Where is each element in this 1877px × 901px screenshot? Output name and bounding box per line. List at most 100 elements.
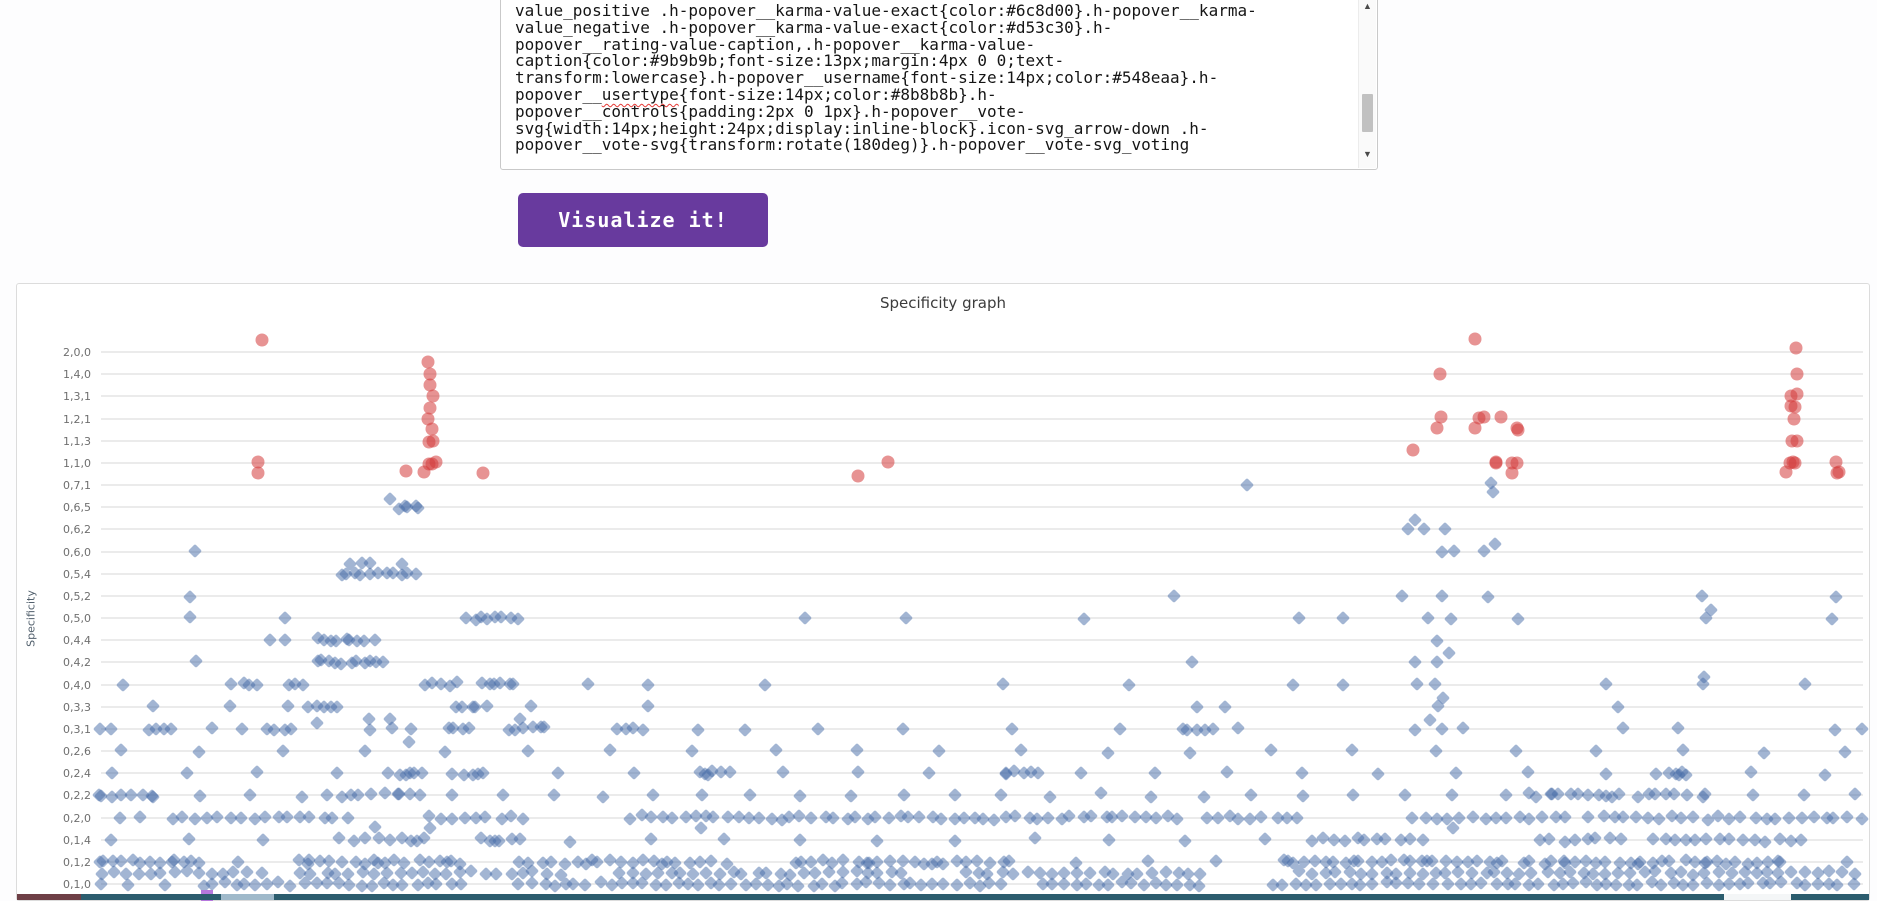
data-point <box>1824 611 1840 626</box>
data-point <box>1798 676 1813 692</box>
data-point <box>112 810 127 826</box>
data-point <box>1244 787 1259 802</box>
data-point <box>1449 766 1464 781</box>
data-point <box>1694 589 1710 604</box>
data-point <box>1100 745 1115 760</box>
data-point <box>1121 677 1136 692</box>
y-axis-label: 0,4,4 <box>63 634 91 648</box>
gridline <box>101 395 1863 398</box>
data-point <box>93 876 108 891</box>
data-point <box>1177 833 1193 848</box>
data-point <box>1828 722 1843 737</box>
data-point <box>1468 421 1482 435</box>
data-point <box>262 632 277 647</box>
data-point <box>1807 809 1822 824</box>
data-point <box>751 811 767 826</box>
data-point <box>476 466 490 480</box>
data-point <box>1079 877 1094 892</box>
y-axis-label: 0,2,6 <box>63 745 91 759</box>
data-point <box>1143 790 1158 805</box>
data-point <box>495 788 510 803</box>
data-point <box>694 821 709 836</box>
data-point <box>1295 766 1310 781</box>
data-point <box>1206 722 1221 737</box>
data-point <box>1679 787 1694 802</box>
css-input-text[interactable]: value_positive .h-popover__karma-value-e… <box>515 3 1260 157</box>
data-point <box>1182 745 1197 760</box>
data-point <box>146 699 161 714</box>
data-point <box>1166 589 1181 604</box>
y-axis-label: 0,6,0 <box>63 545 91 559</box>
data-point <box>1793 833 1808 848</box>
data-point <box>1344 743 1360 758</box>
data-point <box>255 333 269 347</box>
data-point <box>413 788 428 803</box>
data-point <box>193 788 208 803</box>
y-axis-label: 1,3,1 <box>63 390 91 404</box>
data-point <box>593 875 608 890</box>
y-axis-label: 0,2,2 <box>63 789 91 803</box>
data-point <box>437 744 452 759</box>
data-point <box>1217 700 1232 715</box>
data-point <box>578 877 593 893</box>
data-point <box>116 677 131 692</box>
data-point <box>603 742 618 757</box>
data-point <box>1408 655 1423 670</box>
data-point <box>1757 745 1772 761</box>
css-input-textarea[interactable]: value_positive .h-popover__karma-value-e… <box>500 0 1378 170</box>
data-point <box>850 742 865 757</box>
data-point <box>1435 588 1450 603</box>
data-point <box>1846 877 1861 892</box>
data-point <box>404 722 419 737</box>
scrollbar-thumb[interactable] <box>1362 94 1373 132</box>
data-point <box>1254 809 1269 824</box>
y-axis-label: 0,3,3 <box>63 700 91 714</box>
y-axis-label: 0,4,2 <box>63 656 91 670</box>
y-axis-label: 0,1,4 <box>63 833 91 847</box>
data-point <box>1337 833 1352 849</box>
data-point <box>1456 721 1471 736</box>
data-point <box>402 734 417 749</box>
data-point <box>804 811 819 826</box>
data-point <box>1511 611 1526 626</box>
data-point <box>256 832 271 847</box>
data-point <box>547 787 562 802</box>
data-point <box>898 611 913 626</box>
data-point <box>243 787 258 802</box>
bottom-strip-segment <box>221 894 274 900</box>
data-point <box>1608 877 1623 892</box>
data-point <box>489 867 504 882</box>
data-point <box>1430 633 1445 649</box>
data-point <box>870 834 885 849</box>
gridline <box>101 484 1863 487</box>
data-point <box>1767 811 1782 826</box>
y-axis-label: 0,6,5 <box>63 501 91 515</box>
data-point <box>158 877 173 892</box>
data-point <box>1685 877 1700 893</box>
data-point <box>643 832 658 847</box>
scroll-up-icon[interactable]: ▲ <box>1359 0 1376 14</box>
data-point <box>1406 443 1420 457</box>
textarea-scrollbar[interactable]: ▲ ▼ <box>1358 0 1376 168</box>
data-point <box>363 786 378 802</box>
data-point <box>1480 589 1495 604</box>
data-point <box>1699 832 1714 847</box>
data-point <box>811 721 826 736</box>
chart-title: Specificity graph <box>880 294 1006 312</box>
y-axis-label: 1,1,0 <box>63 456 91 470</box>
data-point <box>1790 367 1804 381</box>
data-point <box>1646 831 1661 846</box>
scroll-down-icon[interactable]: ▼ <box>1359 146 1376 162</box>
data-point <box>640 677 655 692</box>
data-point <box>640 699 656 714</box>
visualize-button[interactable]: Visualize it! <box>518 193 768 247</box>
gridline <box>101 461 1863 464</box>
data-point <box>210 809 225 824</box>
data-point <box>1614 831 1629 846</box>
data-point <box>1141 854 1156 869</box>
data-point <box>480 698 495 713</box>
data-point <box>1649 766 1664 781</box>
data-point <box>758 678 773 693</box>
data-point <box>1487 536 1502 551</box>
data-point <box>187 544 202 559</box>
